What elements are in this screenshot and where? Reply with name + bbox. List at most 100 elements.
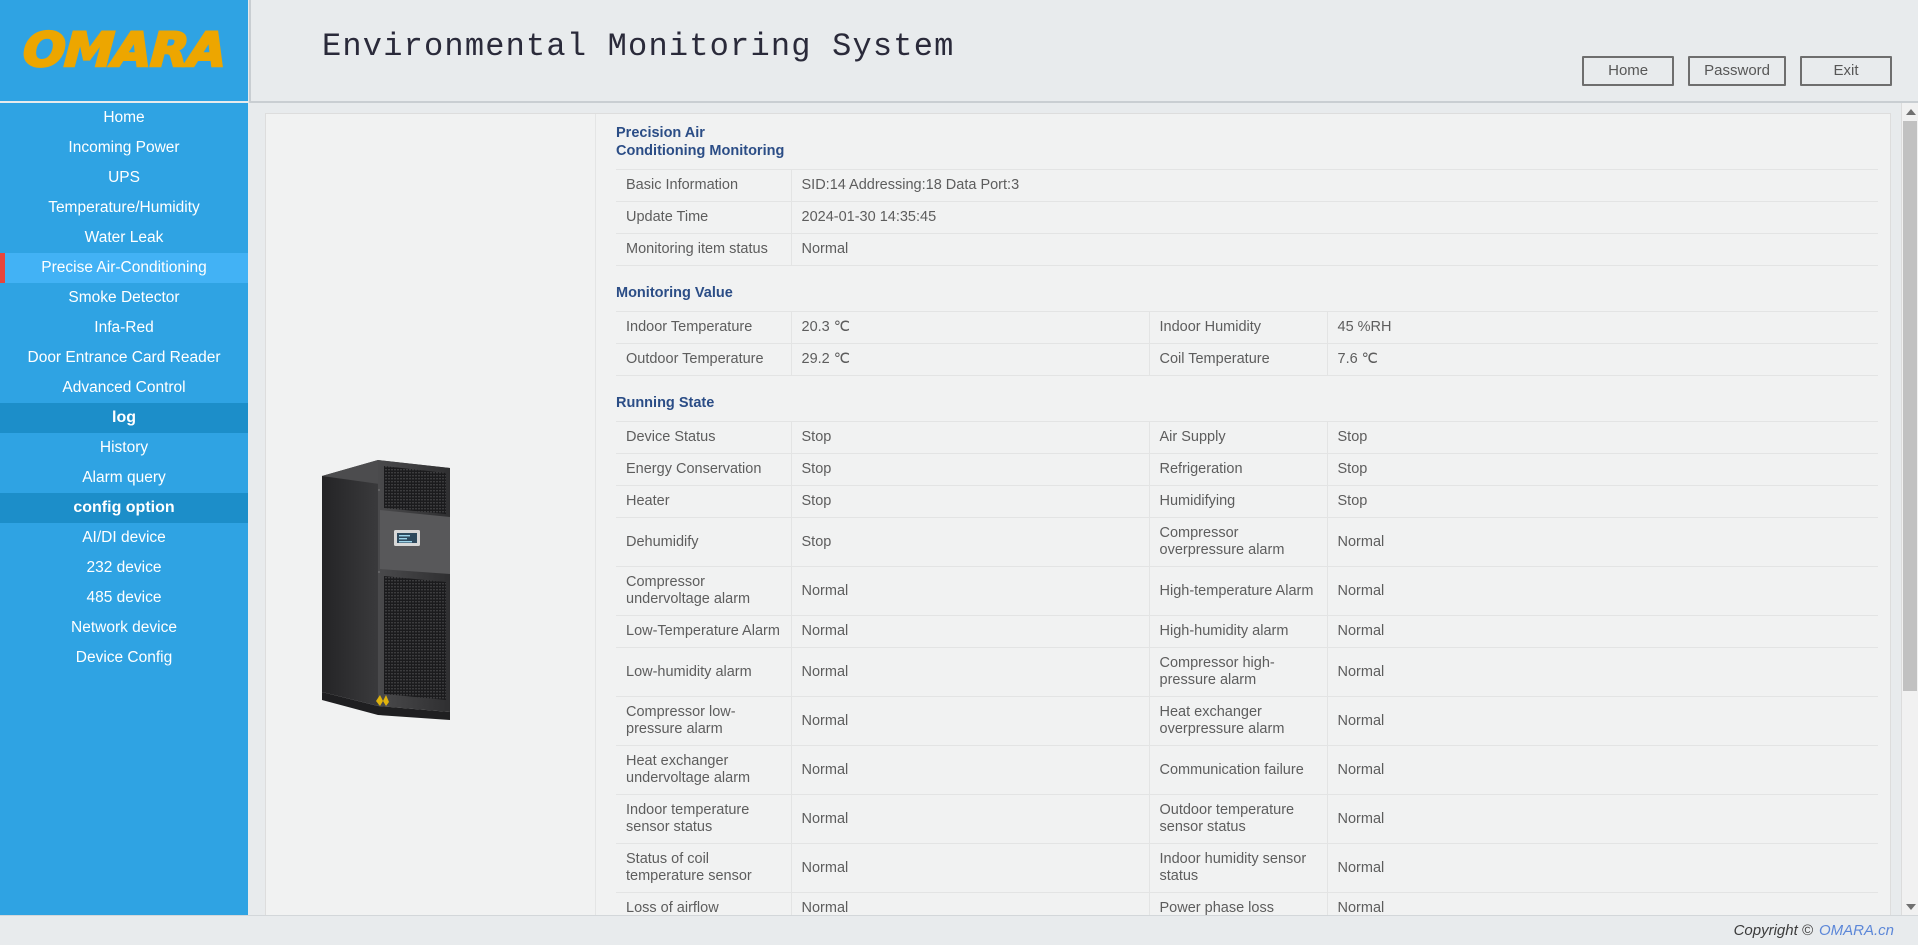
scrollbar-thumb[interactable] <box>1903 121 1917 691</box>
row-label: Heater <box>616 486 791 518</box>
table-row: Basic InformationSID:14 Addressing:18 Da… <box>616 170 1878 202</box>
table-row: Low-Temperature AlarmNormalHigh-humidity… <box>616 616 1878 648</box>
sidebar-item-temperature-humidity[interactable]: Temperature/Humidity <box>0 193 248 223</box>
page-header: OMARA Environmental Monitoring System Ho… <box>0 0 1918 103</box>
sidebar-item-infa-red[interactable]: Infa-Red <box>0 313 248 343</box>
sidebar-navigation: HomeIncoming PowerUPSTemperature/Humidit… <box>0 103 248 915</box>
status-badge: Normal <box>791 795 1149 844</box>
content-area: Precision Air Conditioning Monitoring Ba… <box>249 103 1918 915</box>
table-row: Energy ConservationStopRefrigerationStop <box>616 454 1878 486</box>
sidebar-group-log[interactable]: log <box>0 403 248 433</box>
status-badge: Normal <box>791 567 1149 616</box>
sidebar-item-advanced-control[interactable]: Advanced Control <box>0 373 248 403</box>
table-row: Status of coil temperature sensorNormalI… <box>616 844 1878 893</box>
table-row: Loss of airflowNormalPower phase lossNor… <box>616 893 1878 916</box>
sidebar-item-device-config[interactable]: Device Config <box>0 643 248 673</box>
page-title: Environmental Monitoring System <box>322 28 955 65</box>
header-button-group: Home Password Exit <box>1582 56 1892 86</box>
row-value: Stop <box>1327 454 1878 486</box>
brand-logo[interactable]: OMARA <box>0 0 248 101</box>
status-badge: Normal <box>791 746 1149 795</box>
table-row: Update Time2024-01-30 14:35:45 <box>616 202 1878 234</box>
sidebar-item-485-device[interactable]: 485 device <box>0 583 248 613</box>
row-label: Low-humidity alarm <box>616 648 791 697</box>
application-root: OMARA Environmental Monitoring System Ho… <box>0 0 1918 945</box>
row-label: Power phase loss <box>1149 893 1327 916</box>
device-image-column <box>266 114 596 915</box>
table-row: HeaterStopHumidifyingStop <box>616 486 1878 518</box>
row-label: Humidifying <box>1149 486 1327 518</box>
sidebar-item-smoke-detector[interactable]: Smoke Detector <box>0 283 248 313</box>
row-value: Stop <box>791 486 1149 518</box>
table-row: Outdoor Temperature29.2 ℃Coil Temperatur… <box>616 344 1878 376</box>
exit-button[interactable]: Exit <box>1800 56 1892 86</box>
row-label: Outdoor temperature sensor status <box>1149 795 1327 844</box>
brand-link[interactable]: OMARA.cn <box>1819 922 1894 939</box>
table-row: Heat exchanger undervoltage alarmNormalC… <box>616 746 1878 795</box>
row-value: Stop <box>791 422 1149 454</box>
status-badge: Normal <box>1327 893 1878 916</box>
sidebar-item-ups[interactable]: UPS <box>0 163 248 193</box>
section-heading-running-state: Running State <box>616 376 1878 421</box>
logo-text: OMARA <box>21 23 226 78</box>
scroll-up-arrow-icon[interactable] <box>1902 103 1918 120</box>
home-button[interactable]: Home <box>1582 56 1674 86</box>
row-label: Compressor low-pressure alarm <box>616 697 791 746</box>
status-badge: Normal <box>1327 697 1878 746</box>
status-badge: Normal <box>1327 795 1878 844</box>
row-value: 20.3 ℃ <box>791 312 1149 344</box>
row-value: 2024-01-30 14:35:45 <box>791 202 1878 234</box>
password-button[interactable]: Password <box>1688 56 1786 86</box>
row-value: Stop <box>791 518 1149 567</box>
sidebar-item-home[interactable]: Home <box>0 103 248 133</box>
row-value: Stop <box>791 454 1149 486</box>
row-value: 29.2 ℃ <box>791 344 1149 376</box>
row-label: Compressor overpressure alarm <box>1149 518 1327 567</box>
section-heading-precision-air: Precision Air Conditioning Monitoring <box>616 114 1878 169</box>
row-value: 45 %RH <box>1327 312 1878 344</box>
vertical-scrollbar[interactable] <box>1901 103 1918 915</box>
status-badge: Normal <box>791 844 1149 893</box>
row-value: Stop <box>1327 486 1878 518</box>
status-badge: Normal <box>791 648 1149 697</box>
sidebar-item-ai-di-device[interactable]: AI/DI device <box>0 523 248 553</box>
sidebar-item-precise-air-conditioning[interactable]: Precise Air-Conditioning <box>0 253 248 283</box>
row-label: High-temperature Alarm <box>1149 567 1327 616</box>
monitoring-panel: Precision Air Conditioning Monitoring Ba… <box>265 113 1891 915</box>
monitoring-data-column: Precision Air Conditioning Monitoring Ba… <box>596 114 1890 915</box>
row-label: Heat exchanger undervoltage alarm <box>616 746 791 795</box>
row-label: Status of coil temperature sensor <box>616 844 791 893</box>
sidebar-group-config-option[interactable]: config option <box>0 493 248 523</box>
status-badge: Normal <box>791 234 1878 266</box>
row-label: Communication failure <box>1149 746 1327 795</box>
table-row: Device StatusStopAir SupplyStop <box>616 422 1878 454</box>
basic-information-table: Basic InformationSID:14 Addressing:18 Da… <box>616 169 1878 266</box>
monitoring-value-table: Indoor Temperature20.3 ℃Indoor Humidity4… <box>616 311 1878 376</box>
sidebar-item-door-entrance-card-reader[interactable]: Door Entrance Card Reader <box>0 343 248 373</box>
table-row: Indoor temperature sensor statusNormalOu… <box>616 795 1878 844</box>
row-label: Indoor humidity sensor status <box>1149 844 1327 893</box>
sidebar-item-history[interactable]: History <box>0 433 248 463</box>
row-label: Loss of airflow <box>616 893 791 916</box>
row-value: Stop <box>1327 422 1878 454</box>
sidebar-item-232-device[interactable]: 232 device <box>0 553 248 583</box>
row-label: Indoor Humidity <box>1149 312 1327 344</box>
sidebar-item-network-device[interactable]: Network device <box>0 613 248 643</box>
status-badge: Normal <box>1327 746 1878 795</box>
status-badge: Normal <box>1327 616 1878 648</box>
status-badge: Normal <box>791 616 1149 648</box>
row-label: Update Time <box>616 202 791 234</box>
row-label: Energy Conservation <box>616 454 791 486</box>
table-row: DehumidifyStopCompressor overpressure al… <box>616 518 1878 567</box>
sidebar-item-alarm-query[interactable]: Alarm query <box>0 463 248 493</box>
header-divider <box>249 0 251 101</box>
row-label: Coil Temperature <box>1149 344 1327 376</box>
row-label: Air Supply <box>1149 422 1327 454</box>
row-label: Compressor undervoltage alarm <box>616 567 791 616</box>
table-row: Monitoring item statusNormal <box>616 234 1878 266</box>
sidebar-item-incoming-power[interactable]: Incoming Power <box>0 133 248 163</box>
row-label: High-humidity alarm <box>1149 616 1327 648</box>
scroll-down-arrow-icon[interactable] <box>1902 898 1918 915</box>
copyright-text: Copyright © <box>1734 922 1813 939</box>
sidebar-item-water-leak[interactable]: Water Leak <box>0 223 248 253</box>
